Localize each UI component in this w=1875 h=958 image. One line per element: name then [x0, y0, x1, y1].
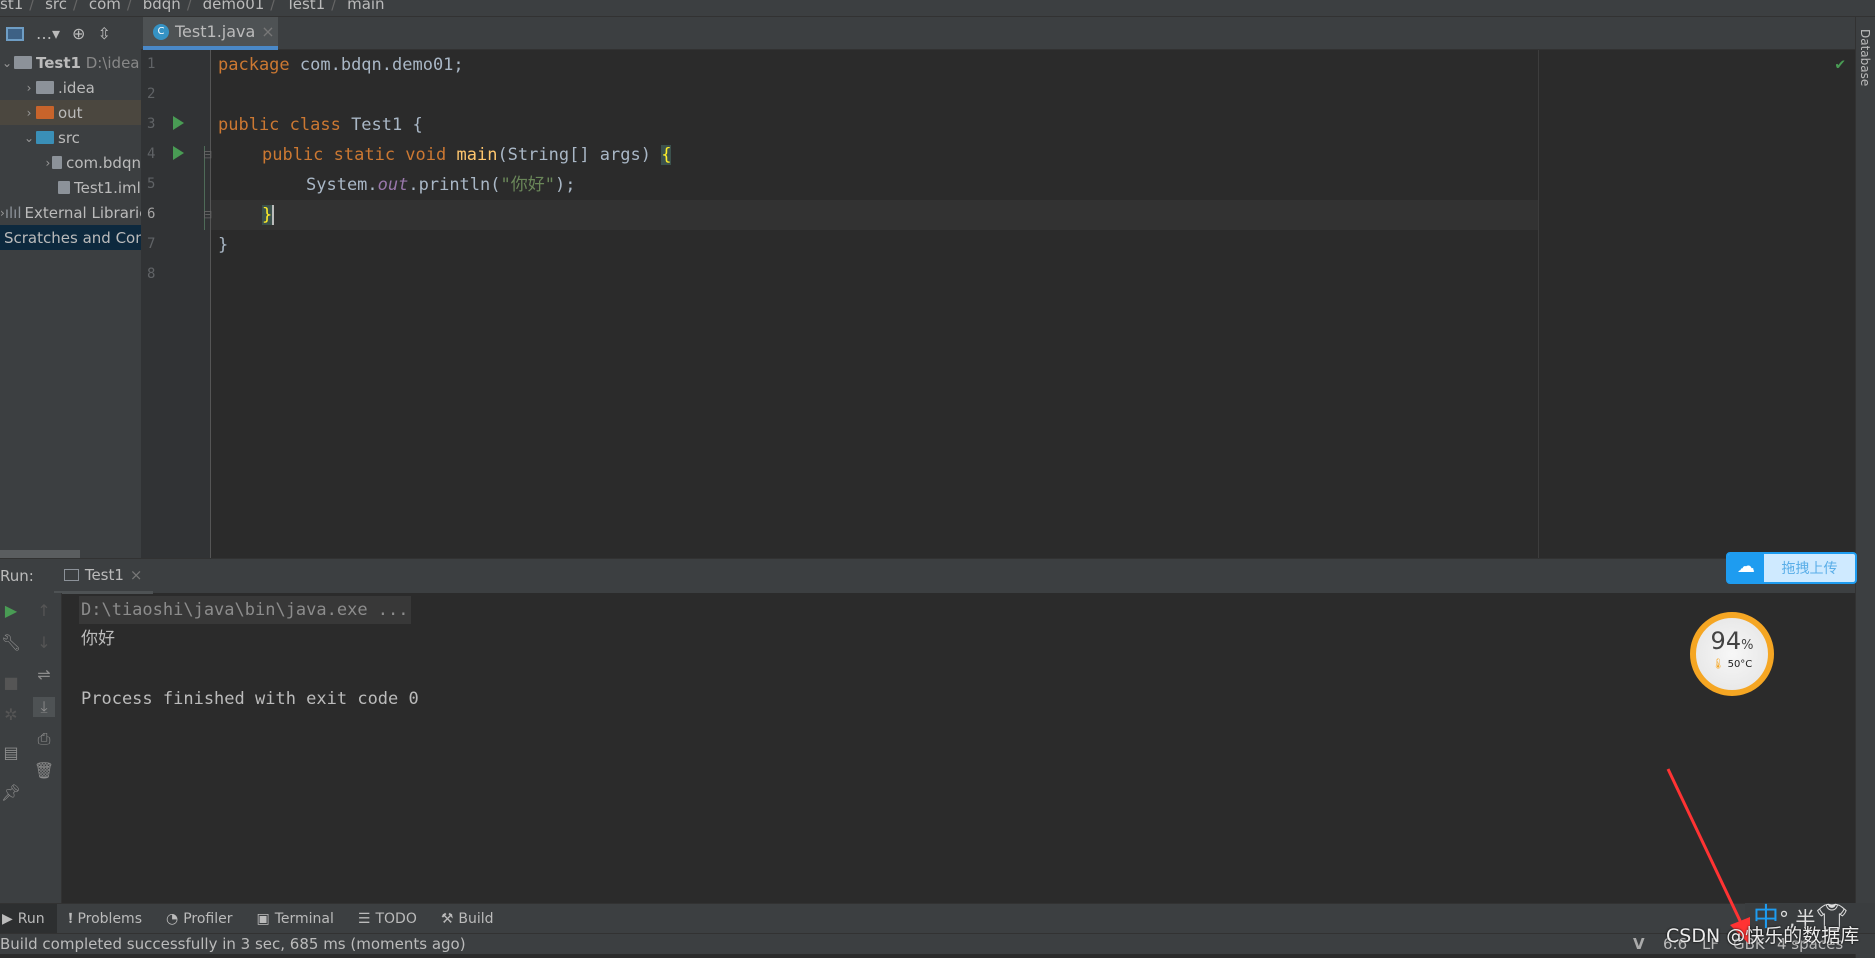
line-number: 3: [147, 116, 156, 132]
todo-icon: ☰: [357, 910, 371, 927]
no-problems-check-icon[interactable]: ✔: [1835, 54, 1845, 73]
layout-icon[interactable]: ▤: [0, 743, 22, 762]
profiler-icon: ◔: [165, 910, 179, 927]
up-icon[interactable]: ↑: [33, 601, 55, 620]
package-icon: [51, 156, 63, 169]
vcs-icon[interactable]: V: [1633, 934, 1645, 954]
tree-item-external-libraries[interactable]: ›ılılExternal Libraries: [0, 200, 141, 225]
cloud-icon: ☁: [1728, 554, 1764, 582]
tool-tab-build[interactable]: ⚒︎ Build: [429, 904, 506, 934]
scroll-to-end-icon[interactable]: ⤓: [33, 697, 55, 717]
wrench-icon[interactable]: 🔧︎: [0, 633, 22, 652]
console-line: Process finished with exit code 0: [81, 689, 419, 709]
upload-widget[interactable]: ☁ 拖拽上传: [1726, 552, 1857, 584]
editor-gutter: 1 2 3 4 5 6 7 8 ⊟ ⊟: [141, 50, 212, 558]
soft-wrap-icon[interactable]: ⇌: [33, 665, 55, 684]
tree-item-package[interactable]: › com.bdqn: [0, 150, 141, 175]
java-class-icon: C: [153, 23, 169, 40]
tool-tab-run[interactable]: ▶ Run: [0, 903, 57, 934]
tree-root[interactable]: ⌄ Test1 D:\idea: [0, 50, 141, 75]
tool-tab-problems[interactable]: ❗︎ Problems: [57, 904, 154, 934]
breadcrumb-item[interactable]: src: [45, 0, 67, 13]
run-main-icon[interactable]: [173, 146, 184, 160]
line-number: 8: [147, 266, 156, 282]
tree-item-out[interactable]: › out: [0, 100, 141, 125]
breadcrumb-item[interactable]: st1: [0, 0, 23, 13]
folder-icon: [36, 81, 54, 94]
project-panel: ⌄ Test1 D:\idea › .idea › out ⌄ src › com.bdq…: [0, 50, 141, 558]
tool-tab-terminal[interactable]: ▣ Terminal: [245, 904, 346, 934]
tool-window-bar: ▶ Run ❗︎ Problems ◔ Profiler ▣ Terminal ☰ TOD…: [0, 903, 1855, 934]
folder-icon: [36, 131, 54, 144]
run-label: Run:: [0, 567, 34, 585]
database-tool-button[interactable]: Database: [1858, 29, 1872, 86]
tree-item-src[interactable]: ⌄ src: [0, 125, 141, 150]
line-number: 4: [147, 146, 156, 162]
collapse-all-icon[interactable]: ⇳: [97, 24, 110, 43]
hammer-icon: ⚒︎: [440, 910, 454, 927]
tool-tab-profiler[interactable]: ◔ Profiler: [154, 904, 245, 934]
folder-icon: [36, 106, 54, 119]
tree-item-iml[interactable]: Test1.iml: [0, 175, 141, 200]
view-dropdown-icon[interactable]: …▾: [36, 24, 60, 43]
breadcrumb: st1/ src / com / bdqn / demo01/ Test1/ main: [0, 0, 1875, 17]
project-toolbar: …▾ ⊕ ⇳: [0, 17, 141, 50]
close-icon[interactable]: ×: [261, 22, 274, 41]
cpu-gauge: 94% 🌡︎ 50°C: [1690, 612, 1774, 696]
close-icon[interactable]: ×: [130, 566, 143, 584]
thermometer-icon: 🌡︎: [1711, 659, 1725, 670]
terminal-icon: ▣: [256, 910, 270, 927]
status-message[interactable]: Build completed successfully in 3 sec, 6…: [0, 934, 466, 954]
tab-test1-java[interactable]: C Test1.java ×: [143, 17, 278, 50]
tool-tab-todo[interactable]: ☰ TODO: [346, 904, 429, 934]
line-number: 5: [147, 176, 156, 192]
code-editor[interactable]: package com.bdqn.demo01; public class Te…: [211, 50, 1855, 558]
pin-icon[interactable]: 📌︎: [0, 783, 22, 802]
run-header: Run: Test1 ×: [0, 558, 1855, 594]
watermark: CSDN @快乐的数据库: [1666, 925, 1860, 947]
editor-tabs: C Test1.java ×: [141, 17, 1855, 50]
problems-icon: ❗︎: [68, 910, 73, 927]
line-number: 2: [147, 86, 156, 102]
status-bar: Build completed successfully in 3 sec, 6…: [0, 933, 1875, 954]
tree-item-scratches[interactable]: Scratches and Consoles: [0, 225, 141, 250]
library-icon: ılıl: [4, 203, 22, 222]
right-tool-strip: Database: [1855, 17, 1875, 958]
file-icon: [58, 181, 70, 194]
breadcrumb-item[interactable]: com: [89, 0, 121, 13]
line-number: 6: [147, 206, 156, 222]
horizontal-scrollbar[interactable]: [0, 550, 80, 558]
stop-icon[interactable]: ■: [0, 673, 22, 692]
run-class-icon[interactable]: [173, 116, 184, 130]
rerun-icon[interactable]: ▶: [0, 601, 22, 620]
tab-label: Test1.java: [175, 22, 256, 41]
breadcrumb-item[interactable]: demo01: [203, 0, 265, 13]
console-icon: [63, 568, 79, 581]
module-icon: [14, 56, 32, 69]
run-tab-test1[interactable]: Test1 ×: [53, 559, 153, 594]
line-number: 1: [147, 56, 156, 72]
breadcrumb-item[interactable]: bdqn: [143, 0, 181, 13]
trash-icon[interactable]: 🗑︎: [33, 761, 55, 780]
line-number: 7: [147, 236, 156, 252]
breadcrumb-item[interactable]: main: [347, 0, 384, 13]
run-toolbar: ▶ 🔧︎ ■ ✲ ▤ 📌︎ ↑ ↓ ⇌ ⤓ ⎙ 🗑︎: [0, 593, 62, 903]
run-console[interactable]: D:\tiaoshi\java\bin\java.exe ... 你好 Proc…: [62, 593, 1855, 903]
upload-label: 拖拽上传: [1781, 561, 1838, 577]
console-line: 你好: [81, 629, 115, 649]
console-line: D:\tiaoshi\java\bin\java.exe ...: [79, 596, 411, 624]
locate-icon[interactable]: ⊕: [72, 24, 85, 43]
print-icon[interactable]: ⎙: [33, 729, 55, 749]
breadcrumb-item[interactable]: Test1: [286, 0, 325, 13]
down-icon[interactable]: ↓: [33, 633, 55, 652]
project-view-icon[interactable]: [6, 26, 24, 41]
run-icon: ▶: [2, 910, 13, 927]
debug-icon[interactable]: ✲: [0, 705, 22, 724]
tree-item-idea[interactable]: › .idea: [0, 75, 141, 100]
